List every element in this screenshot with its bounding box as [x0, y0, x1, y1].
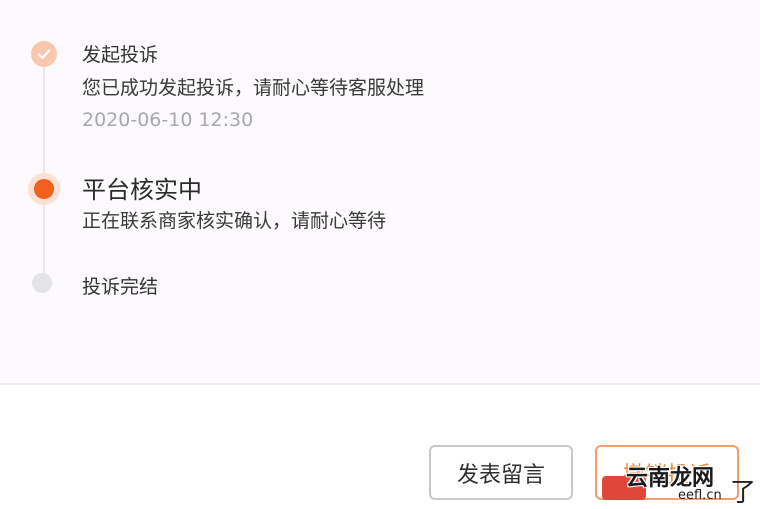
complaint-progress-timeline: 发起投诉 您已成功发起投诉，请耐心等待客服处理 2020-06-10 12:30…: [0, 0, 760, 383]
watermark-extra-char: 了: [730, 478, 757, 508]
active-step-indicator: [28, 173, 60, 205]
section-divider: [0, 383, 760, 385]
pending-step-indicator: [32, 273, 52, 293]
step-title-completed: 投诉完结: [82, 276, 159, 298]
active-step-dot: [34, 179, 54, 199]
step-title-submitted: 发起投诉: [82, 44, 159, 66]
leave-message-button[interactable]: 发表留言: [429, 445, 573, 500]
step-description-verifying: 正在联系商家核实确认，请耐心等待: [82, 210, 387, 232]
check-icon: [31, 41, 57, 67]
watermark-url: eefl.cn: [678, 488, 722, 503]
site-watermark: 云南龙网 eefl.cn 了: [600, 458, 760, 508]
step-timestamp: 2020-06-10 12:30: [82, 109, 254, 131]
step-title-verifying: 平台核实中: [82, 176, 202, 204]
step-description-submitted: 您已成功发起投诉，请耐心等待客服处理: [82, 77, 425, 99]
timeline-connector: [43, 60, 45, 280]
